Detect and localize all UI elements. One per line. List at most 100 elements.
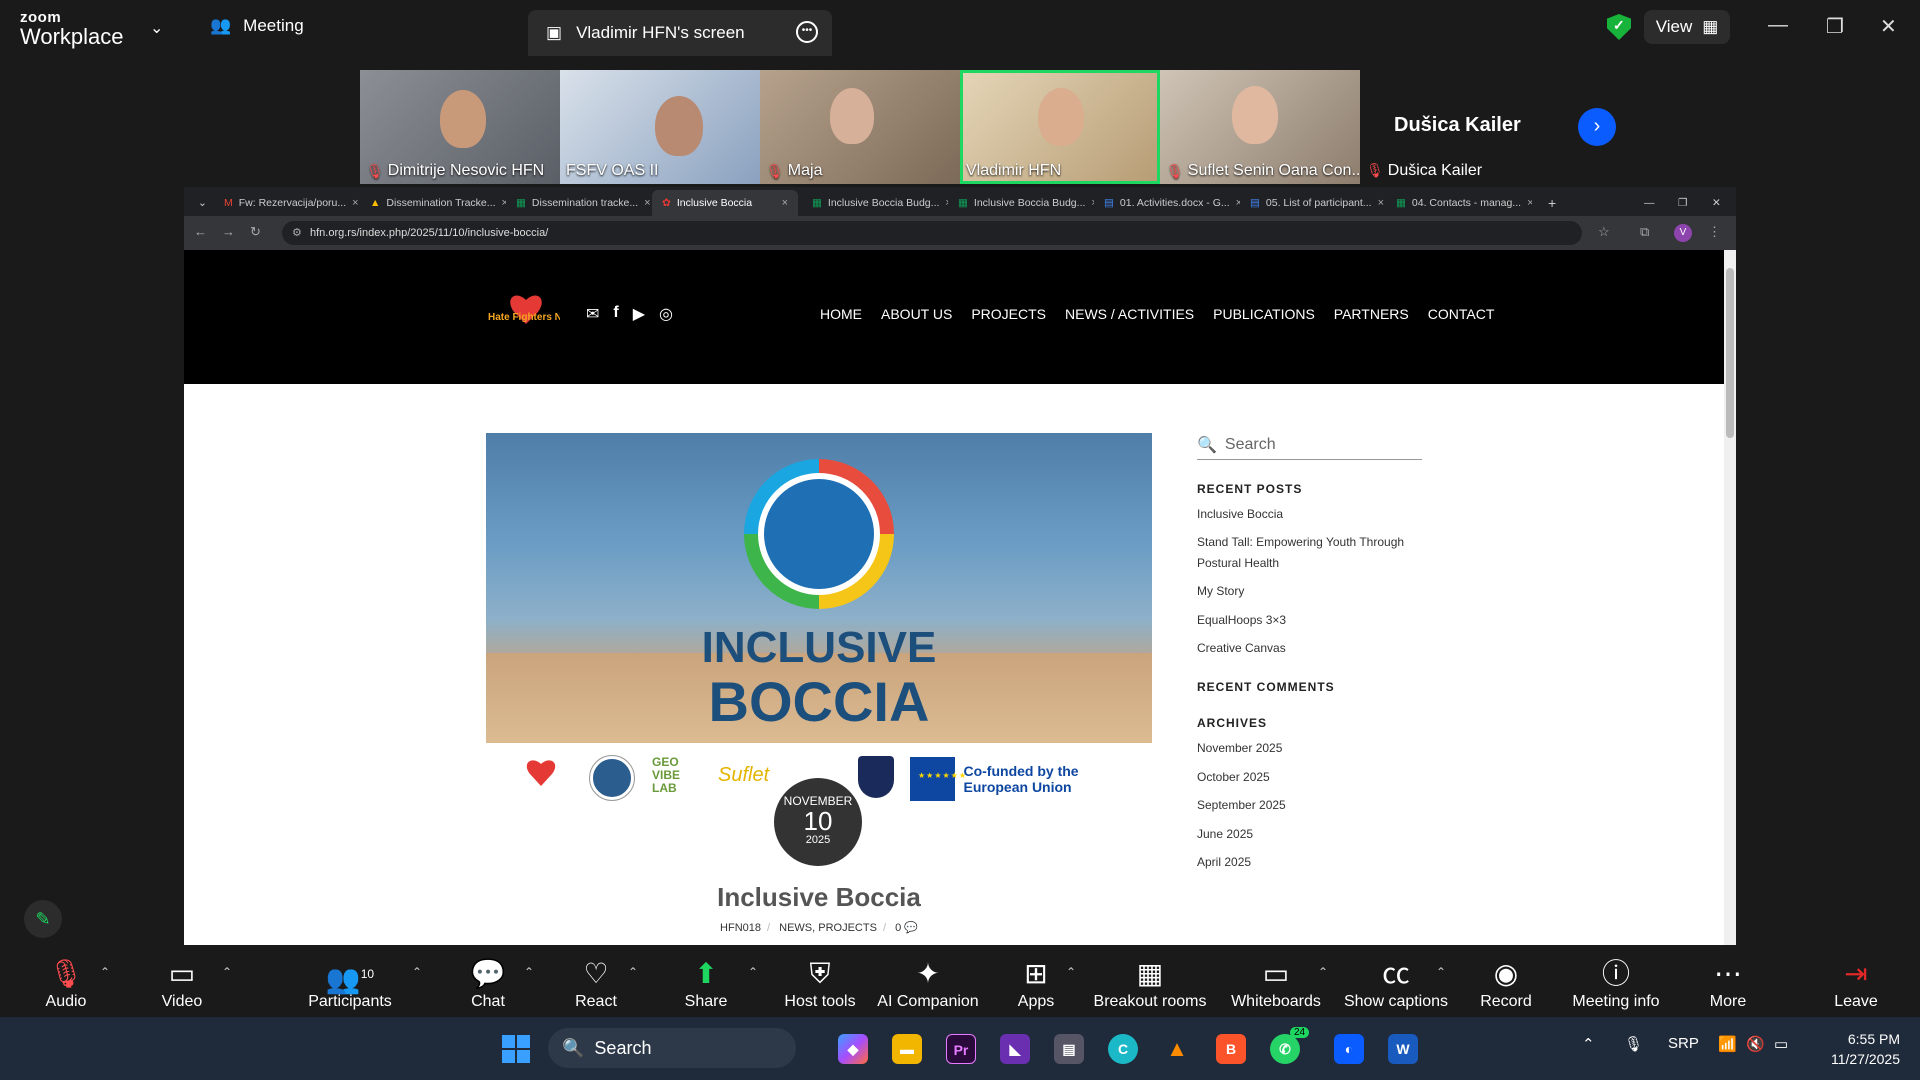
page-scrollbar[interactable] — [1724, 250, 1736, 945]
nav-contact[interactable]: CONTACT — [1428, 306, 1495, 322]
next-page-button[interactable]: › — [1578, 108, 1616, 146]
file-explorer-icon[interactable]: ▬ — [892, 1034, 922, 1064]
chevron-down-icon[interactable]: ⌄ — [150, 18, 163, 38]
restore-icon[interactable]: ❐ — [1826, 14, 1844, 39]
browser-tab-active[interactable]: ✿ Inclusive Boccia × — [652, 190, 798, 216]
new-tab-icon[interactable]: + — [1538, 190, 1562, 216]
taskbar-search[interactable]: 🔍 Search — [548, 1028, 796, 1068]
leave-button[interactable]: ⇥ Leave — [1796, 957, 1916, 1011]
browser-tab[interactable]: ▦Inclusive Boccia Budg...× — [948, 190, 1094, 216]
chevron-up-icon[interactable]: ⌃ — [1582, 1035, 1595, 1053]
caret-up-icon[interactable]: ⌃ — [222, 965, 232, 979]
whatsapp-icon[interactable]: ✆ — [1270, 1034, 1300, 1064]
breakout-rooms-button[interactable]: ▦ Breakout rooms — [1090, 957, 1210, 1011]
caret-up-icon[interactable]: ⌃ — [1318, 965, 1328, 979]
visual-studio-icon[interactable]: ◣ — [1000, 1034, 1030, 1064]
caret-up-icon[interactable]: ⌃ — [100, 965, 110, 979]
post-author[interactable]: HFN018 — [720, 922, 761, 934]
browser-tab[interactable]: ▤ 01. Activities.docx - G... × — [1094, 190, 1240, 216]
more-options-icon[interactable]: ••• — [796, 21, 818, 43]
video-tile[interactable]: 🎙 Dimitrije Nesovic HFN — [360, 70, 560, 184]
url-field[interactable]: ⚙ hfn.org.rs/index.php/2025/11/10/inclus… — [282, 221, 1582, 245]
tab-list-icon[interactable]: ⌄ — [188, 190, 208, 216]
recent-post-link[interactable]: Stand Tall: Empowering Youth Through Pos… — [1197, 532, 1422, 573]
archive-link[interactable]: October 2025 — [1197, 767, 1422, 787]
microphone-icon[interactable]: 🎙 — [1624, 1035, 1643, 1053]
nav-publications[interactable]: PUBLICATIONS — [1213, 306, 1315, 322]
zoom-app-icon[interactable]: ◐ — [1334, 1034, 1364, 1064]
brave-icon[interactable]: B — [1216, 1034, 1246, 1064]
caret-up-icon[interactable]: ⌃ — [628, 965, 638, 979]
nav-about-us[interactable]: ABOUT US — [881, 306, 952, 322]
featured-image[interactable]: INCLUSIVE BOCCIA — [486, 433, 1152, 743]
minimize-icon[interactable]: — — [1768, 14, 1788, 37]
vlc-icon[interactable]: ▲ — [1162, 1034, 1192, 1064]
archive-link[interactable]: April 2025 — [1197, 852, 1422, 872]
video-tile-active-speaker[interactable]: Vladimir HFN — [960, 70, 1160, 184]
app-icon[interactable]: ▤ — [1054, 1034, 1084, 1064]
browser-tab[interactable]: M Fw: Rezervacija/poru... × — [214, 190, 360, 216]
email-icon[interactable]: ✉ — [586, 304, 599, 324]
minimize-icon[interactable]: — — [1634, 190, 1658, 216]
extensions-icon[interactable]: ⧉ — [1640, 224, 1649, 240]
caret-up-icon[interactable]: ⌃ — [412, 965, 422, 979]
ai-companion-button[interactable]: ✦ AI Companion — [868, 957, 988, 1011]
close-icon[interactable]: ✕ — [1702, 190, 1726, 216]
browser-tab[interactable]: ▦ 04. Contacts - manag... × — [1386, 190, 1532, 216]
browser-tab[interactable]: ▦ Dissemination tracke... × — [506, 190, 652, 216]
facebook-icon[interactable]: f — [613, 304, 618, 324]
post-category[interactable]: PROJECTS — [818, 922, 877, 934]
close-tab-icon[interactable]: × — [644, 197, 650, 209]
instagram-icon[interactable]: ◎ — [659, 304, 673, 324]
nav-projects[interactable]: PROJECTS — [971, 306, 1046, 322]
recent-post-link[interactable]: My Story — [1197, 581, 1422, 601]
annotate-pencil-icon[interactable]: ✎ — [24, 900, 62, 938]
tab-shared-screen[interactable]: ▣ Vladimir HFN's screen ••• — [528, 10, 832, 56]
archive-link[interactable]: June 2025 — [1197, 824, 1422, 844]
security-shield-icon[interactable] — [1607, 14, 1631, 40]
close-tab-icon[interactable]: × — [1378, 197, 1384, 209]
volume-muted-icon[interactable]: 🔇 — [1746, 1035, 1765, 1053]
restore-icon[interactable]: ❐ — [1668, 190, 1692, 216]
premiere-pro-icon[interactable]: Pr — [946, 1034, 976, 1064]
video-tile[interactable]: 🎙 Suflet Senin Oana Con... — [1160, 70, 1360, 184]
caret-up-icon[interactable]: ⌃ — [524, 965, 534, 979]
back-icon[interactable]: ← — [194, 224, 207, 239]
zoom-logo[interactable]: zoom Workplace — [20, 10, 124, 48]
caret-up-icon[interactable]: ⌃ — [748, 965, 758, 979]
sidebar-search[interactable]: 🔍 Search — [1197, 430, 1422, 460]
wifi-icon[interactable]: 📶 — [1718, 1035, 1737, 1053]
language-indicator[interactable]: SRP — [1668, 1035, 1699, 1052]
archive-link[interactable]: November 2025 — [1197, 738, 1422, 758]
view-button[interactable]: View ▦ — [1644, 10, 1730, 44]
caret-up-icon[interactable]: ⌃ — [1066, 965, 1076, 979]
nav-home[interactable]: HOME — [820, 306, 862, 322]
video-tile[interactable]: 🎙 Maja — [760, 70, 960, 184]
archive-link[interactable]: September 2025 — [1197, 795, 1422, 815]
close-tab-icon[interactable]: × — [782, 197, 788, 209]
youtube-icon[interactable]: ▶ — [633, 304, 645, 324]
kebab-menu-icon[interactable]: ⋮ — [1708, 224, 1721, 240]
more-button[interactable]: ⋯ More — [1668, 957, 1788, 1011]
video-tile[interactable]: FSFV OAS II — [560, 70, 760, 184]
close-icon[interactable]: ✕ — [1880, 14, 1897, 39]
copilot-icon[interactable]: ◆ — [838, 1034, 868, 1064]
scrollbar-thumb[interactable] — [1726, 268, 1734, 438]
bookmark-star-icon[interactable]: ☆ — [1598, 224, 1610, 240]
recent-post-link[interactable]: EqualHoops 3×3 — [1197, 610, 1422, 630]
forward-icon[interactable]: → — [222, 224, 235, 239]
word-icon[interactable]: W — [1388, 1034, 1418, 1064]
host-tools-button[interactable]: ⛨ Host tools — [760, 957, 880, 1011]
caret-up-icon[interactable]: ⌃ — [1436, 965, 1446, 979]
record-button[interactable]: ◉ Record — [1446, 957, 1566, 1011]
meeting-info-button[interactable]: ⓘ Meeting info — [1556, 957, 1676, 1011]
nav-partners[interactable]: PARTNERS — [1334, 306, 1409, 322]
reload-icon[interactable]: ↻ — [250, 224, 261, 240]
windows-start-icon[interactable] — [502, 1035, 530, 1063]
browser-tab[interactable]: ▤ 05. List of participant... × — [1240, 190, 1386, 216]
taskbar-clock[interactable]: 6:55 PM 11/27/2025 — [1810, 1029, 1900, 1069]
browser-tab[interactable]: ▦Inclusive Boccia Budg...× — [802, 190, 948, 216]
tab-meeting[interactable]: 👥 Meeting — [210, 16, 304, 36]
apps-button[interactable]: ⊞ Apps — [976, 957, 1096, 1011]
recent-post-link[interactable]: Creative Canvas — [1197, 638, 1422, 658]
